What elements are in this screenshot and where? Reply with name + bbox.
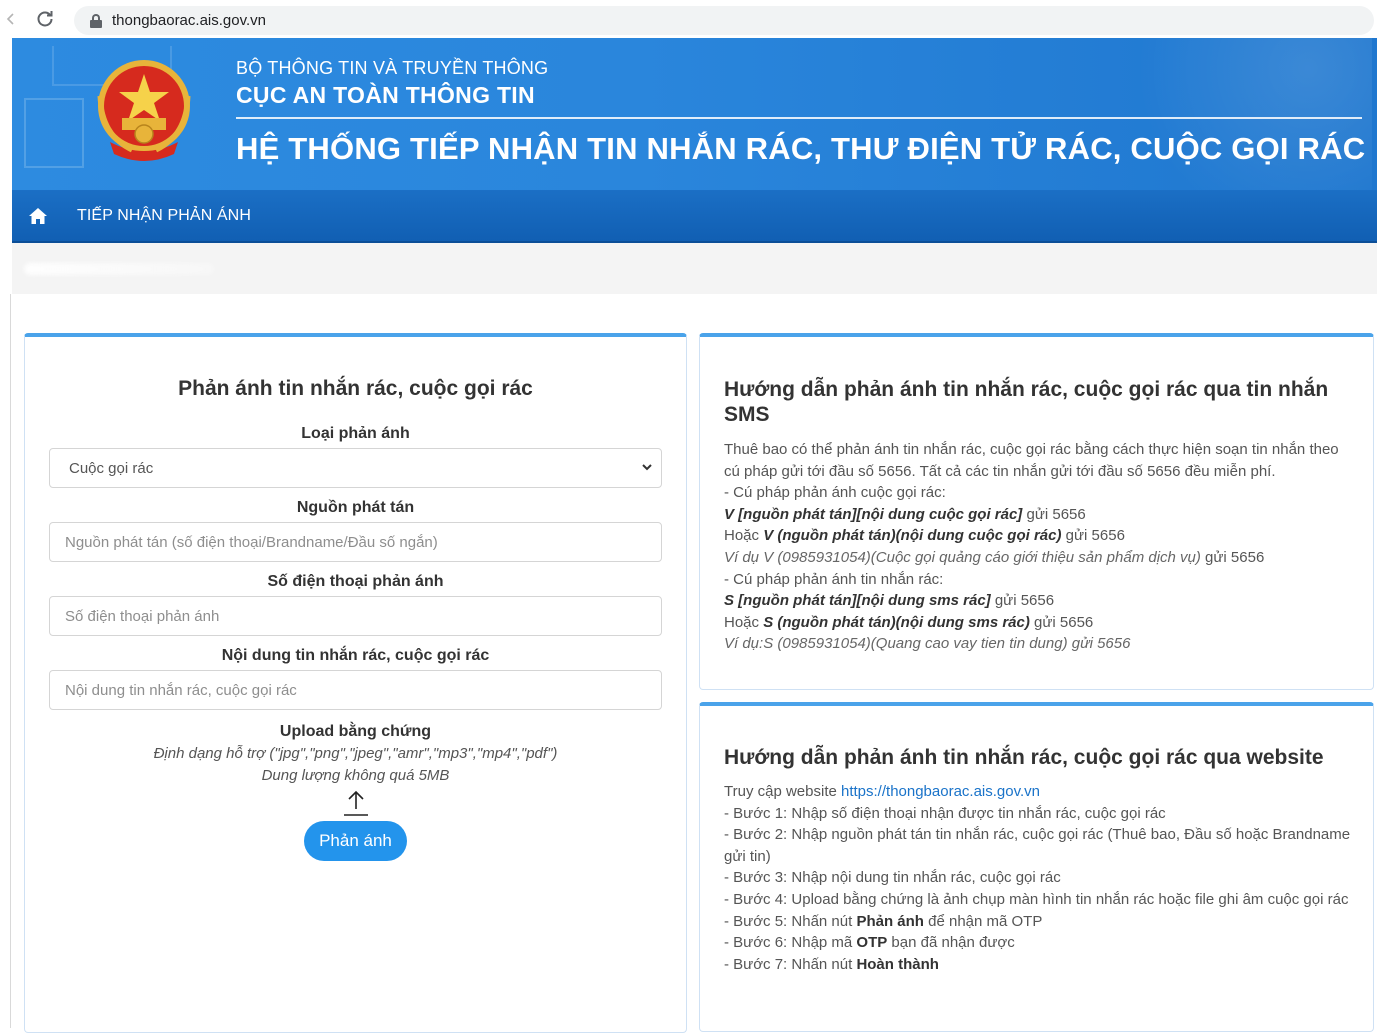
report-type-label: Loại phản ánh (301, 425, 410, 442)
home-icon[interactable] (28, 206, 48, 226)
source-placeholder: Nguồn phát tán (số điện thoại/Brandname/… (65, 533, 438, 551)
web-step-7: - Bước 7: Nhấn nút Hoàn thành (724, 955, 939, 973)
content-input[interactable]: Nội dung tin nhắn rác, cuộc gọi rác (49, 670, 662, 710)
website-link[interactable]: https://thongbaorac.ais.gov.vn (841, 783, 1040, 800)
call-syntax-heading: - Cú pháp phản ánh cuộc gọi rác: (724, 484, 946, 502)
ministry-name: BỘ THÔNG TIN VÀ TRUYỀN THÔNG (236, 58, 549, 78)
report-type-select[interactable]: Cuộc gọi rác (49, 448, 662, 488)
breadcrumb-band (12, 243, 1377, 294)
sms-guide-panel: Hướng dẫn phản ánh tin nhắn rác, cuộc gọ… (699, 333, 1374, 690)
upload-label: Upload bằng chứng (279, 723, 432, 740)
agency-name: CỤC AN TOÀN THÔNG TIN (236, 82, 535, 108)
back-arrow-icon[interactable] (0, 0, 22, 38)
web-step-2: - Bước 2: Nhập nguồn phát tán tin nhắn r… (724, 826, 1351, 865)
browser-toolbar: thongbaorac.ais.gov.vn (0, 0, 1383, 38)
web-step-3: - Bước 3: Nhập nội dung tin nhắn rác, cu… (724, 869, 1061, 887)
web-step-1: - Bước 1: Nhập số điện thoại nhận được t… (724, 804, 1166, 822)
web-guide-title: Hướng dẫn phản ánh tin nhắn rác, cuộc gọ… (724, 746, 1324, 769)
sms-guide-intro: Thuê bao có thể phản ánh tin nhắn rác, c… (724, 441, 1339, 480)
chevron-down-icon (642, 464, 652, 471)
national-emblem-icon (97, 60, 191, 161)
upload-size: Dung lượng không quá 5MB (261, 767, 450, 784)
call-syntax-line2: Hoặc V (nguồn phát tán)(nội dung cuộc gọ… (724, 527, 1125, 545)
lock-icon[interactable] (90, 13, 102, 28)
phone-placeholder: Số điện thoại phản ánh (65, 607, 220, 625)
content-label: Nội dung tin nhắn rác, cuộc gọi rác (221, 647, 490, 664)
web-step-6: - Bước 6: Nhập mã OTP bạn đã nhận được (724, 934, 1015, 952)
phone-label: Số điện thoại phản ánh (267, 573, 444, 590)
web-guide-panel: Hướng dẫn phản ánh tin nhắn rác, cuộc gọ… (699, 702, 1374, 1032)
main-nav: TIẾP NHẬN PHẢN ÁNH (12, 190, 1377, 243)
nav-link-report[interactable]: TIẾP NHẬN PHẢN ÁNH (77, 207, 251, 225)
web-guide-body: Truy cập website https://thongbaorac.ais… (724, 781, 1354, 975)
site-header: BỘ THÔNG TIN VÀ TRUYỀN THÔNG CỤC AN TOÀN… (12, 38, 1377, 190)
call-example: Ví dụ V (0985931054)(Cuộc gọi quảng cáo … (724, 548, 1265, 566)
system-title: HỆ THỐNG TIẾP NHẬN TIN NHẮN RÁC, THƯ ĐIỆ… (236, 131, 1366, 166)
call-syntax-line1: V [nguồn phát tán][nội dung cuộc gọi rác… (724, 505, 1086, 523)
address-bar[interactable]: thongbaorac.ais.gov.vn (74, 6, 1374, 35)
source-input[interactable]: Nguồn phát tán (số điện thoại/Brandname/… (49, 522, 662, 562)
phone-input[interactable]: Số điện thoại phản ánh (49, 596, 662, 636)
sms-syntax-line2: Hoặc S (nguồn phát tán)(nội dung sms rác… (724, 613, 1094, 631)
upload-formats: Định dạng hỗ trợ ("jpg","png","jpeg","am… (153, 745, 558, 762)
report-type-value: Cuộc gọi rác (69, 459, 154, 477)
content-placeholder: Nội dung tin nhắn rác, cuộc gọi rác (65, 681, 297, 699)
web-step-5: - Bước 5: Nhấn nút Phản ánh để nhận mã O… (724, 912, 1043, 930)
report-form-panel: Phản ánh tin nhắn rác, cuộc gọi rác Loại… (24, 333, 687, 1033)
web-step-4: - Bước 4: Upload bằng chứng là ảnh chụp … (724, 890, 1349, 908)
reload-icon[interactable] (34, 0, 56, 38)
sms-syntax-line1: S [nguồn phát tán][nội dung sms rác] gửi… (724, 592, 1055, 610)
sms-guide-body: Thuê bao có thể phản ánh tin nhắn rác, c… (724, 439, 1354, 655)
sms-guide-title: Hướng dẫn phản ánh tin nhắn rác, cuộc gọ… (724, 378, 1329, 426)
source-label: Nguồn phát tán (296, 499, 415, 516)
sms-syntax-heading: - Cú pháp phản ánh tin nhắn rác: (724, 570, 944, 588)
sms-example: Ví dụ:S (0985931054)(Quang cao vay tien … (724, 635, 1131, 653)
url-text: thongbaorac.ais.gov.vn (112, 12, 266, 29)
submit-report-button[interactable]: Phản ánh (304, 821, 407, 861)
header-divider (236, 117, 1362, 119)
web-guide-access: Truy cập website https://thongbaorac.ais… (724, 783, 1041, 800)
form-title: Phản ánh tin nhắn rác, cuộc gọi rác (178, 377, 533, 400)
upload-icon[interactable] (343, 789, 369, 817)
